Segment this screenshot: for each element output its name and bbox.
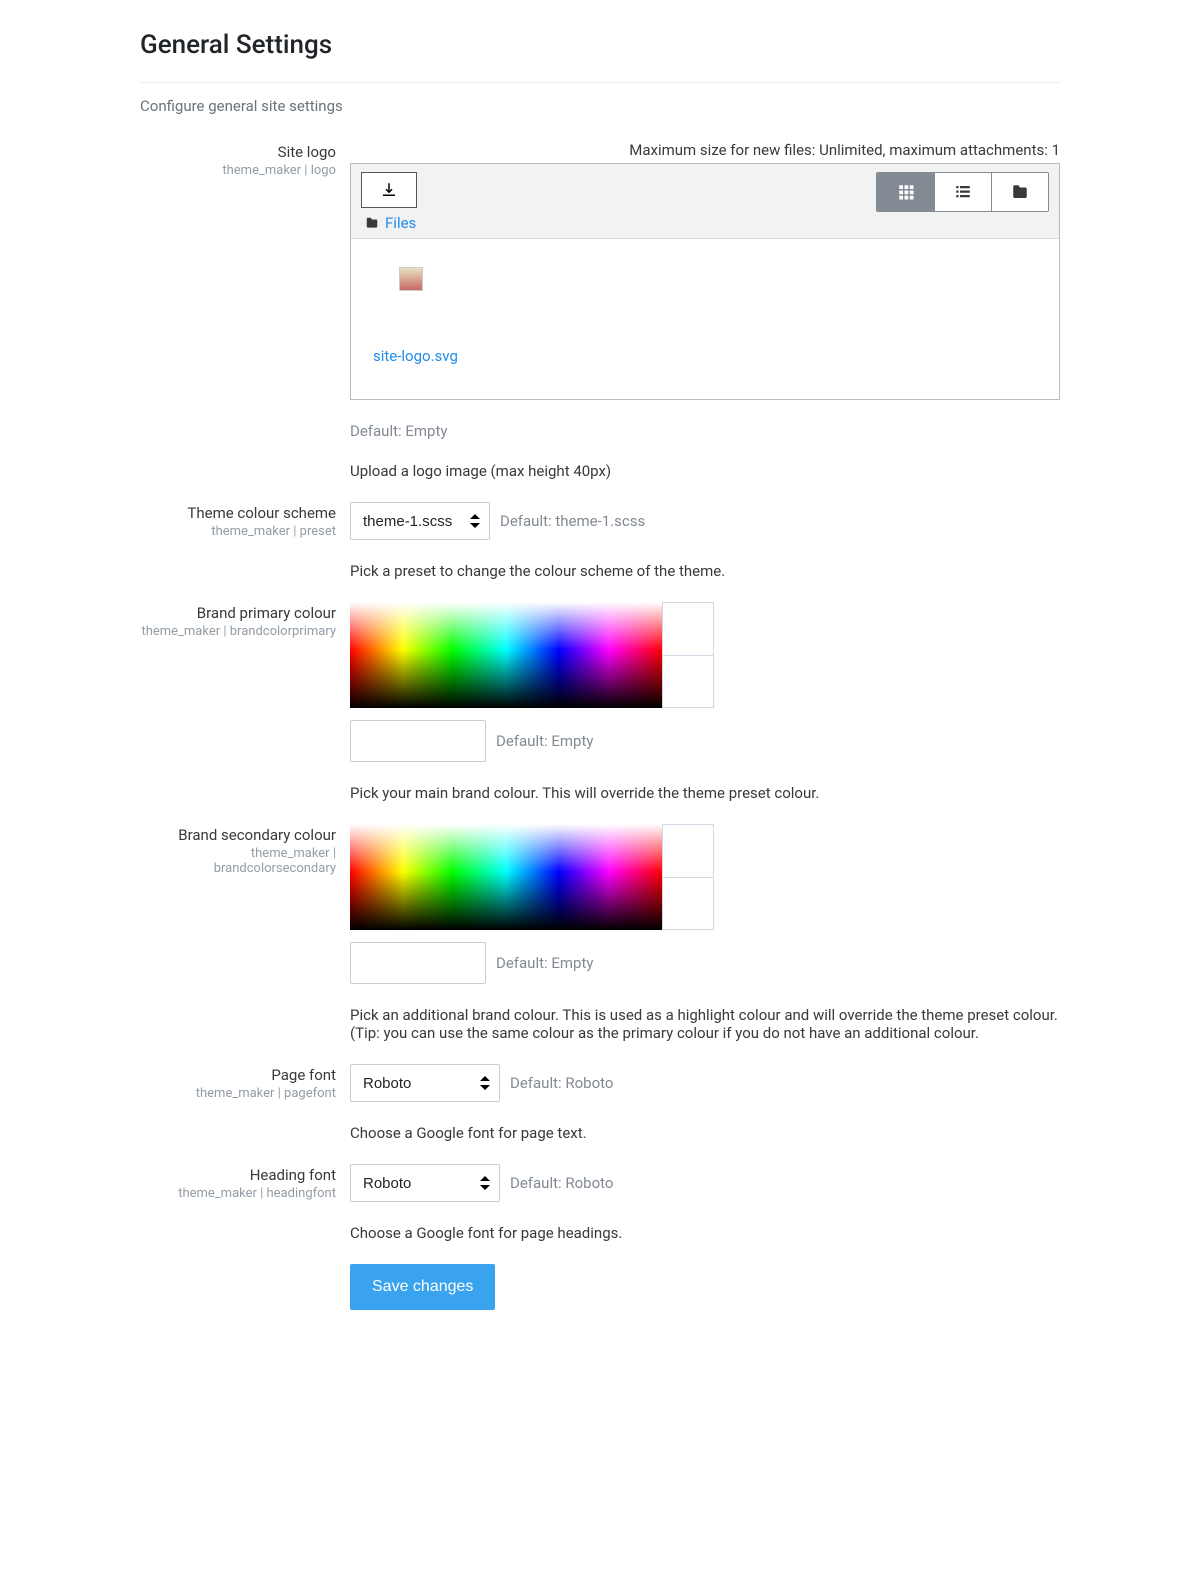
default-headingfont: Default: Roboto bbox=[510, 1174, 613, 1192]
color-spectrum[interactable] bbox=[350, 824, 662, 930]
divider bbox=[140, 82, 1060, 83]
default-pagefont: Default: Roboto bbox=[510, 1074, 613, 1092]
default-primary: Default: Empty bbox=[496, 732, 593, 750]
headingfont-select[interactable]: Roboto bbox=[350, 1164, 500, 1202]
label-headingfont: Heading font bbox=[140, 1166, 336, 1184]
download-icon bbox=[380, 181, 398, 199]
sub-pagefont: theme_maker | pagefont bbox=[140, 1086, 336, 1101]
secondary-color-input[interactable] bbox=[350, 942, 486, 984]
grid-icon bbox=[897, 183, 915, 201]
primary-color-input[interactable] bbox=[350, 720, 486, 762]
files-label: Files bbox=[385, 214, 416, 232]
primary-color-picker[interactable] bbox=[350, 602, 1060, 708]
files-breadcrumb[interactable]: Files bbox=[365, 214, 416, 232]
view-toggle bbox=[876, 172, 1049, 212]
color-swatch-current[interactable] bbox=[662, 602, 714, 656]
label-preset: Theme colour scheme bbox=[140, 504, 336, 522]
desc-pagefont: Choose a Google font for page text. bbox=[350, 1124, 1060, 1142]
sub-site-logo: theme_maker | logo bbox=[140, 163, 336, 178]
page-title: General Settings bbox=[140, 30, 1060, 60]
desc-preset: Pick a preset to change the colour schem… bbox=[350, 562, 1060, 580]
color-spectrum[interactable] bbox=[350, 602, 662, 708]
file-thumbnail[interactable] bbox=[399, 267, 423, 291]
desc-primary: Pick your main brand colour. This will o… bbox=[350, 784, 1060, 802]
folder-solid-icon bbox=[1011, 183, 1029, 201]
file-picker: Files bbox=[350, 163, 1060, 400]
label-site-logo: Site logo bbox=[140, 143, 336, 161]
label-pagefont: Page font bbox=[140, 1066, 336, 1084]
sub-preset: theme_maker | preset bbox=[140, 524, 336, 539]
color-swatch-new[interactable] bbox=[662, 656, 714, 709]
label-secondary: Brand secondary colour bbox=[140, 826, 336, 844]
color-swatch-new[interactable] bbox=[662, 878, 714, 931]
folder-icon bbox=[365, 216, 379, 230]
desc-secondary: Pick an additional brand colour. This is… bbox=[350, 1006, 1060, 1042]
view-list-button[interactable] bbox=[934, 173, 991, 211]
view-tree-button[interactable] bbox=[991, 173, 1048, 211]
sub-primary: theme_maker | brandcolorprimary bbox=[140, 624, 336, 639]
default-secondary: Default: Empty bbox=[496, 954, 593, 972]
upload-button[interactable] bbox=[361, 172, 417, 208]
default-logo: Default: Empty bbox=[350, 422, 1060, 440]
pagefont-select[interactable]: Roboto bbox=[350, 1064, 500, 1102]
list-icon bbox=[954, 183, 972, 201]
file-limit-info: Maximum size for new files: Unlimited, m… bbox=[350, 141, 1060, 159]
desc-headingfont: Choose a Google font for page headings. bbox=[350, 1224, 1060, 1242]
file-name[interactable]: site-logo.svg bbox=[373, 347, 1041, 365]
secondary-color-picker[interactable] bbox=[350, 824, 1060, 930]
page-subtitle: Configure general site settings bbox=[140, 97, 1060, 115]
sub-headingfont: theme_maker | headingfont bbox=[140, 1186, 336, 1201]
sub-secondary: theme_maker | brandcolorsecondary bbox=[140, 846, 336, 876]
color-swatch-current[interactable] bbox=[662, 824, 714, 878]
save-button[interactable]: Save changes bbox=[350, 1264, 495, 1310]
label-primary: Brand primary colour bbox=[140, 604, 336, 622]
preset-select[interactable]: theme-1.scss bbox=[350, 502, 490, 540]
default-preset: Default: theme-1.scss bbox=[500, 512, 645, 530]
desc-logo: Upload a logo image (max height 40px) bbox=[350, 462, 1060, 480]
view-grid-button[interactable] bbox=[877, 173, 934, 211]
